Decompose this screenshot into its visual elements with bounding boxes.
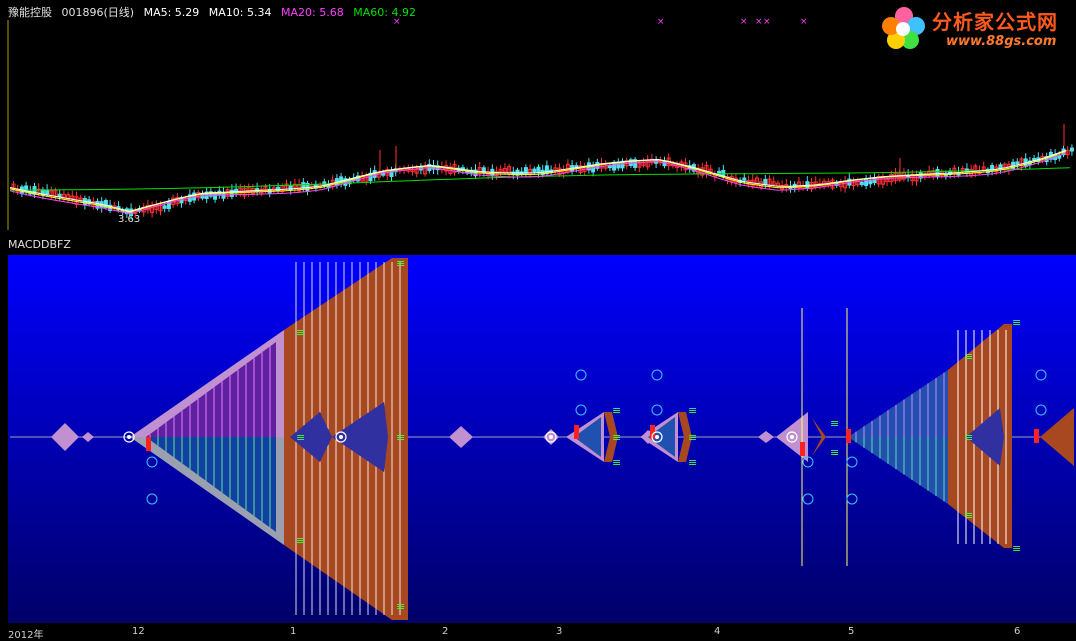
green-mark: ≡ bbox=[396, 600, 405, 613]
green-mark: ≡ bbox=[830, 417, 839, 430]
green-mark: ≡ bbox=[296, 431, 305, 444]
candle-body bbox=[742, 177, 747, 181]
candle-body bbox=[523, 167, 528, 174]
x-axis-label-0: 2012年 bbox=[8, 630, 44, 641]
green-mark: ≡ bbox=[296, 534, 305, 547]
x-axis-label-6: 5 bbox=[848, 626, 855, 637]
red-marker bbox=[146, 437, 151, 451]
green-mark: ≡ bbox=[964, 350, 973, 363]
green-mark: ≡ bbox=[612, 404, 621, 417]
red-marker bbox=[846, 429, 851, 443]
signal-mark: × bbox=[393, 17, 401, 27]
signal-mark: × bbox=[740, 17, 748, 27]
green-mark: ≡ bbox=[688, 456, 697, 469]
signal-mark: × bbox=[800, 17, 808, 27]
green-mark: ≡ bbox=[612, 431, 621, 444]
green-mark: ≡ bbox=[964, 509, 973, 522]
x-axis-label-5: 4 bbox=[714, 626, 721, 637]
candle-body bbox=[45, 189, 50, 195]
candle-body bbox=[868, 180, 873, 185]
target-dot bbox=[549, 435, 553, 439]
candle-body bbox=[536, 166, 541, 174]
candle-body bbox=[162, 205, 167, 209]
signal-marks: × × × × × × bbox=[393, 17, 808, 27]
target-dot bbox=[127, 435, 131, 439]
x-axis-label-7: 6 bbox=[1014, 626, 1021, 637]
x-axis-label-3: 2 bbox=[442, 626, 449, 637]
candle-body bbox=[57, 193, 62, 198]
candle-body bbox=[1069, 147, 1074, 152]
green-mark: ≡ bbox=[396, 257, 405, 270]
candle-body bbox=[607, 165, 612, 169]
green-mark: ≡ bbox=[396, 431, 405, 444]
red-marker bbox=[1034, 429, 1039, 443]
green-mark: ≡ bbox=[830, 446, 839, 459]
candle-body bbox=[532, 168, 537, 173]
x-axis-label-1: 12 bbox=[132, 626, 145, 637]
target-dot bbox=[655, 435, 659, 439]
candle-body bbox=[763, 178, 768, 185]
candle-body bbox=[389, 169, 394, 178]
green-mark: ≡ bbox=[1012, 542, 1021, 555]
candle-body bbox=[544, 165, 549, 175]
green-mark: ≡ bbox=[612, 456, 621, 469]
target-dot bbox=[790, 435, 794, 439]
green-mark: ≡ bbox=[296, 326, 305, 339]
green-mark: ≡ bbox=[688, 404, 697, 417]
signal-mark: × bbox=[763, 17, 771, 27]
chart-window: 豫能控股 001896(日线) MA5: 5.29 MA10: 5.34 MA2… bbox=[0, 0, 1076, 641]
x-axis-label-2: 1 bbox=[290, 626, 297, 637]
red-marker bbox=[574, 425, 579, 439]
signal-mark: × bbox=[657, 17, 665, 27]
candle-body bbox=[859, 181, 864, 186]
x-axis-label-4: 3 bbox=[556, 626, 563, 637]
green-mark: ≡ bbox=[1012, 316, 1021, 329]
price-panel: × × × × × × bbox=[7, 17, 1074, 230]
green-mark: ≡ bbox=[964, 431, 973, 444]
chart-canvas: × × × × × × ≡≡≡≡≡≡≡≡≡≡≡≡≡≡≡≡≡≡≡ bbox=[7, 17, 1076, 623]
candle-body bbox=[1015, 161, 1020, 165]
red-marker bbox=[800, 442, 805, 456]
signal-mark: × bbox=[755, 17, 763, 27]
green-mark: ≡ bbox=[688, 431, 697, 444]
target-dot bbox=[339, 435, 343, 439]
